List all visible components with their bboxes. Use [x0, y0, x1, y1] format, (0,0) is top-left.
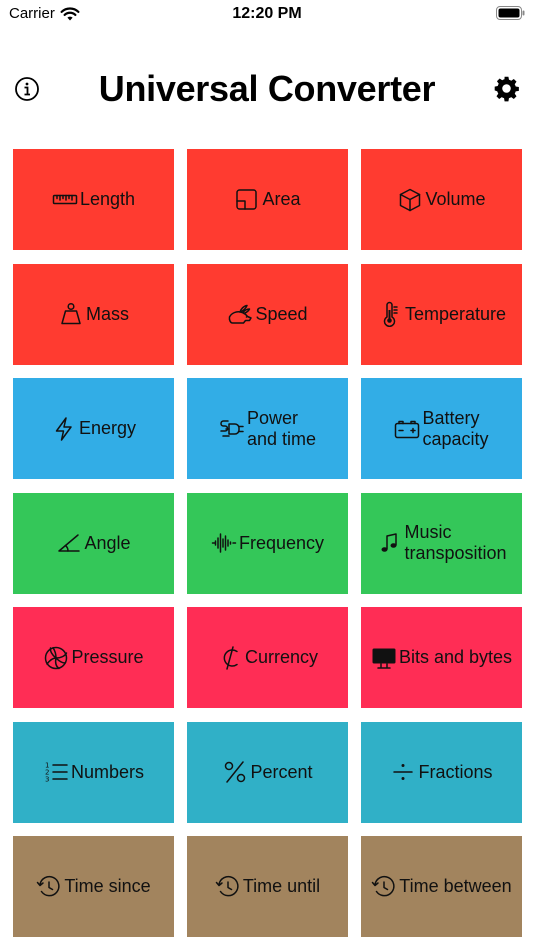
- angle-icon: [56, 530, 82, 556]
- tile-label: Time until: [242, 876, 321, 896]
- tile-label: Power and time: [246, 407, 317, 449]
- thermometer-icon: [377, 301, 403, 327]
- gear-icon[interactable]: [493, 75, 520, 102]
- car-battery-icon: [394, 416, 420, 442]
- page-title: Universal Converter: [98, 68, 436, 109]
- tile-label: Energy: [78, 418, 137, 438]
- clock-arrow-icon: [371, 874, 397, 900]
- area-square-icon: [234, 187, 260, 213]
- navigation-bar: Universal Converter: [0, 60, 534, 116]
- converter-tile-temperature[interactable]: Temperature: [361, 263, 522, 365]
- waveform-icon: [211, 530, 237, 556]
- tile-label: Mass: [85, 303, 129, 324]
- hare-icon: [227, 301, 253, 327]
- tile-label: Length: [79, 189, 136, 209]
- status-time: 12:20 PM: [232, 5, 302, 22]
- ruler-icon: [52, 187, 78, 213]
- tile-label: Time between: [399, 876, 512, 896]
- converter-tile-music-transposition[interactable]: Music transposition: [361, 492, 522, 594]
- tile-label: Time since: [64, 876, 151, 896]
- tile-label: Numbers: [70, 761, 145, 782]
- clock-arrow-icon: [36, 874, 62, 900]
- tile-label: Temperature: [404, 303, 507, 324]
- converter-tile-bits-and-bytes[interactable]: Bits and bytes: [361, 607, 522, 708]
- svg-text:3: 3: [45, 776, 49, 784]
- bolt-icon: [51, 416, 77, 442]
- tile-label: Speed: [255, 303, 308, 324]
- cube-icon: [397, 187, 423, 213]
- converter-tile-energy[interactable]: Energy: [13, 378, 174, 479]
- tile-label: Angle: [84, 532, 131, 553]
- converter-tile-percent[interactable]: Percent: [187, 721, 348, 823]
- tile-label: Area: [262, 189, 301, 209]
- converter-tile-power-and-time[interactable]: Power and time: [187, 378, 348, 479]
- converter-tile-numbers[interactable]: 1 2 3 Numbers: [13, 721, 174, 823]
- scalemass-icon: [58, 301, 84, 327]
- converter-tile-battery-capacity[interactable]: Battery capacity: [361, 378, 522, 479]
- tile-label: Currency: [244, 647, 319, 667]
- converter-tile-time-until[interactable]: Time until: [187, 836, 348, 937]
- tile-label: Music transposition: [404, 522, 507, 563]
- divide-icon: [390, 759, 416, 785]
- clock-arrow-icon: [215, 874, 241, 900]
- converter-tile-time-since[interactable]: Time since: [13, 836, 174, 937]
- converter-tile-volume[interactable]: Volume: [361, 149, 522, 250]
- converter-tile-speed[interactable]: Speed: [187, 263, 348, 365]
- volleyball-icon: [43, 645, 69, 671]
- tile-label: Fractions: [418, 761, 493, 782]
- converter-tile-mass[interactable]: Mass: [13, 263, 174, 365]
- converter-tile-pressure[interactable]: Pressure: [13, 607, 174, 708]
- display-icon: [371, 645, 397, 671]
- power-plug-icon: [219, 416, 245, 442]
- converter-tile-area[interactable]: Area: [187, 149, 348, 250]
- tile-label: Bits and bytes: [398, 647, 513, 667]
- status-bar: Carrier 12:20 PM: [0, 0, 534, 30]
- tile-label: Percent: [250, 761, 313, 782]
- tile-label: Volume: [425, 189, 486, 209]
- tile-label: Pressure: [71, 647, 144, 667]
- converter-tile-time-between[interactable]: Time between: [361, 836, 522, 937]
- music-note-icon: [376, 530, 402, 556]
- converter-tile-currency[interactable]: Currency: [187, 607, 348, 708]
- percent-icon: [222, 759, 248, 785]
- converter-tile-fractions[interactable]: Fractions: [361, 721, 522, 823]
- numbered-list-icon: 123: [43, 759, 69, 785]
- cedi-sign-icon: [217, 645, 243, 671]
- converter-tile-angle[interactable]: Angle: [13, 492, 174, 594]
- tile-label: Battery capacity: [422, 407, 489, 449]
- converter-tile-length[interactable]: Length: [13, 149, 174, 250]
- converter-grid: Length Area Volume Mass Speed Temperature Ener…: [13, 149, 522, 937]
- battery-icon: [496, 6, 525, 20]
- tile-label: Frequency: [238, 532, 325, 553]
- converter-tile-frequency[interactable]: Frequency: [187, 492, 348, 594]
